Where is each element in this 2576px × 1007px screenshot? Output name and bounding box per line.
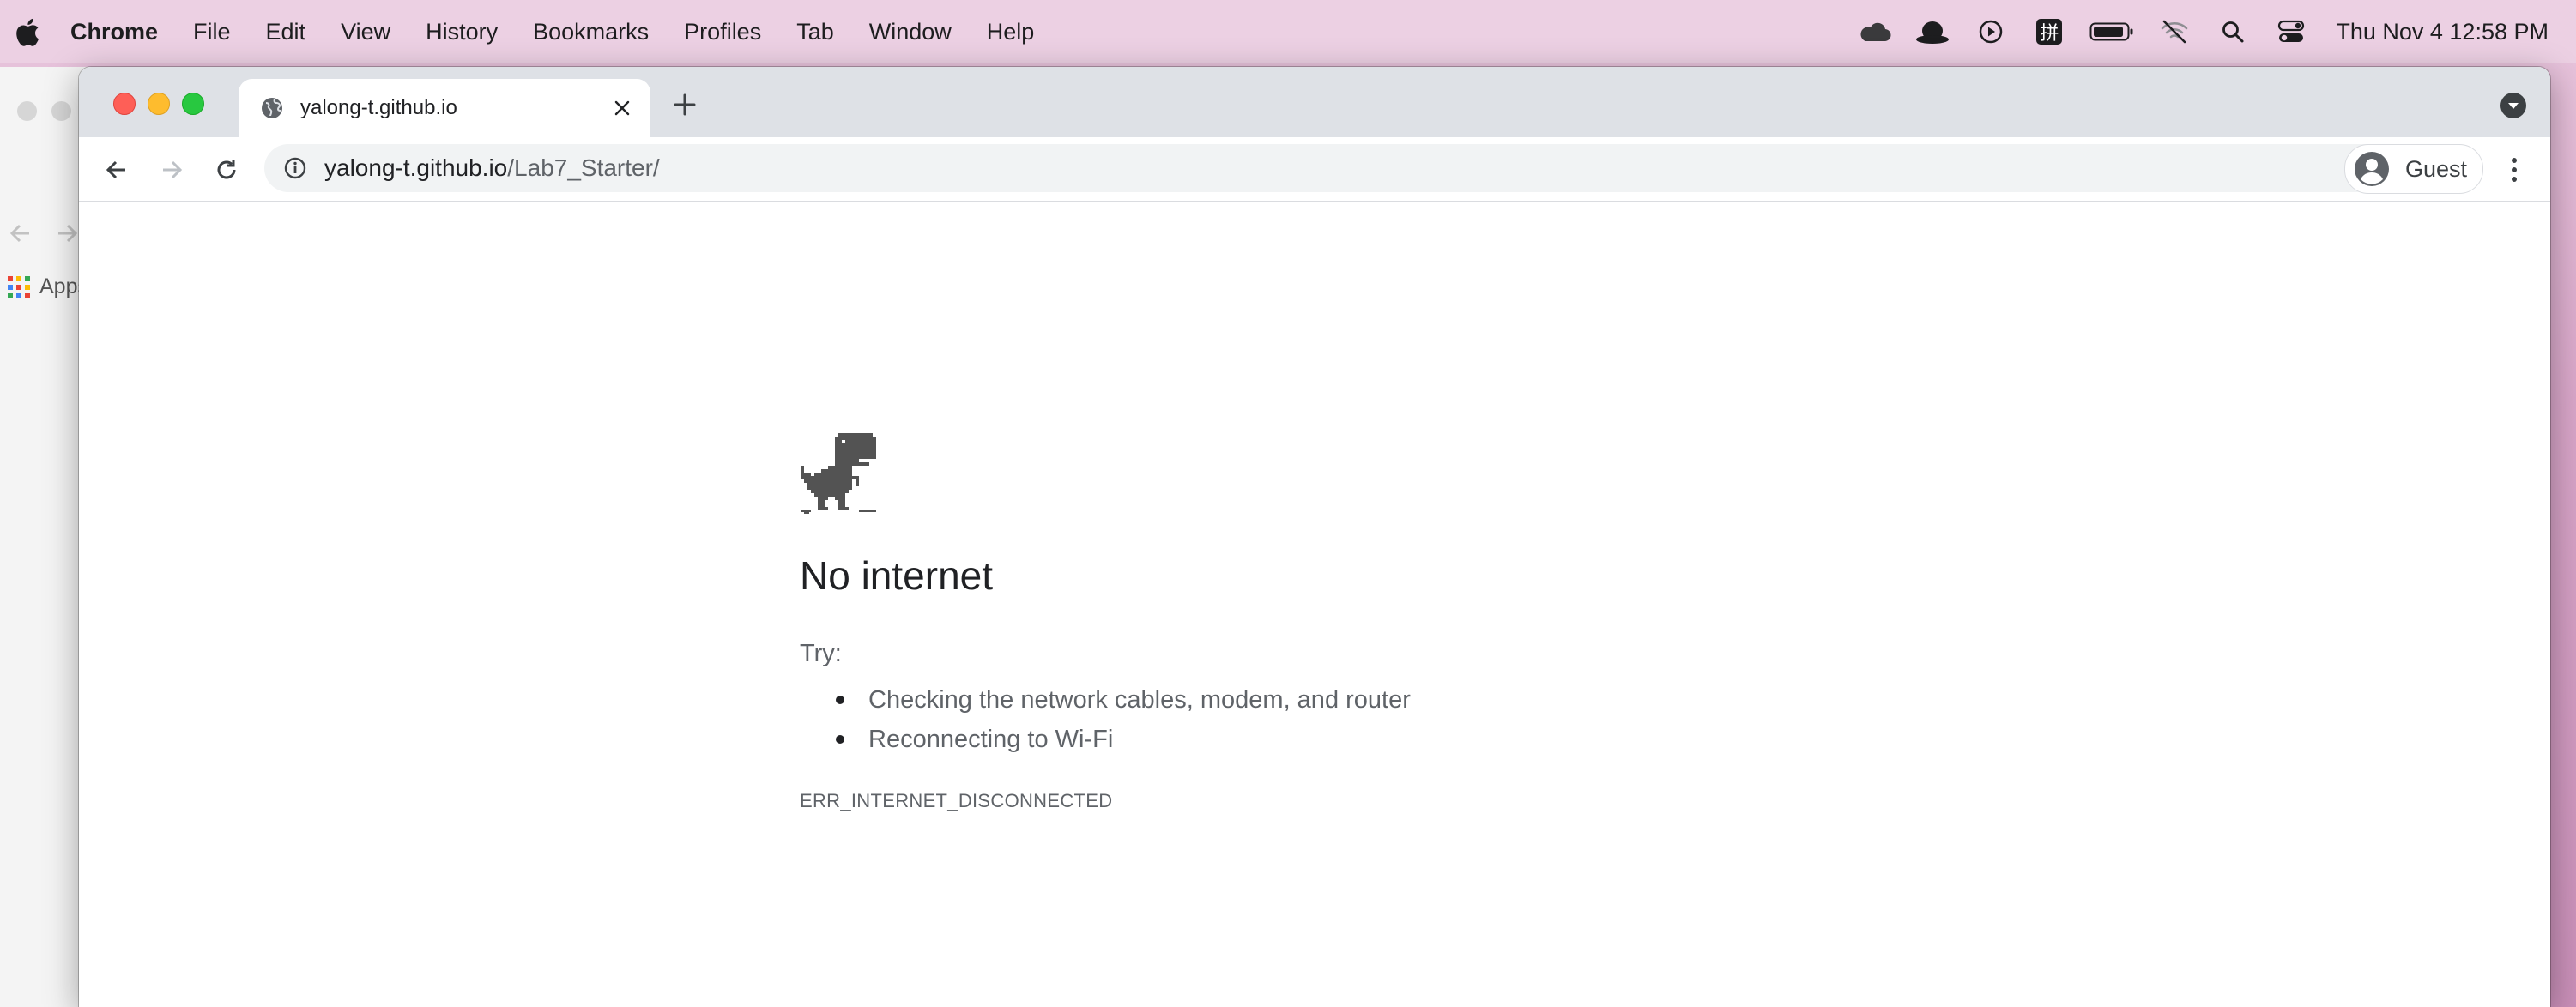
reload-icon[interactable] bbox=[209, 153, 244, 187]
menu-view[interactable]: View bbox=[341, 19, 390, 45]
bg-forward-arrow-icon[interactable] bbox=[53, 220, 81, 254]
address-bar[interactable]: yalong-t.github.io/Lab7_Starter/ bbox=[264, 144, 2404, 192]
menu-file[interactable]: File bbox=[193, 19, 231, 45]
macos-menu-bar: Chrome File Edit View History Bookmarks … bbox=[0, 0, 2576, 63]
profile-button[interactable]: Guest bbox=[2344, 144, 2483, 194]
menu-help[interactable]: Help bbox=[987, 19, 1035, 45]
control-center-icon[interactable] bbox=[2272, 13, 2310, 51]
forward-arrow-icon[interactable] bbox=[154, 153, 189, 187]
tab-active[interactable]: yalong-t.github.io bbox=[239, 79, 650, 137]
input-method-glyph: 拼 bbox=[2036, 19, 2063, 45]
menu-profiles[interactable]: Profiles bbox=[684, 19, 761, 45]
tab-title: yalong-t.github.io bbox=[300, 96, 457, 119]
tab-strip: yalong-t.github.io bbox=[79, 67, 2550, 137]
bg-back-arrow-icon[interactable] bbox=[7, 220, 34, 254]
menu-window[interactable]: Window bbox=[869, 19, 952, 45]
suggestion-text: Reconnecting to Wi-Fi bbox=[868, 726, 1114, 753]
tab-close-icon[interactable] bbox=[609, 95, 635, 121]
menu-bar-clock[interactable]: Thu Nov 4 12:58 PM bbox=[2336, 19, 2549, 45]
battery-icon[interactable] bbox=[2089, 13, 2135, 51]
bg-bookmark-apps[interactable]: Apps bbox=[7, 274, 88, 299]
menu-edit[interactable]: Edit bbox=[266, 19, 306, 45]
menu-bar-tray: 拼 Thu Nov 4 12:58 PM bbox=[1835, 0, 2549, 63]
error-code: ERR_INTERNET_DISCONNECTED bbox=[800, 790, 1113, 811]
bullet-icon bbox=[836, 696, 844, 704]
error-heading: No internet bbox=[800, 553, 994, 598]
url-path: /Lab7_Starter/ bbox=[507, 154, 660, 181]
menu-tab[interactable]: Tab bbox=[796, 19, 834, 45]
window-zoom-button[interactable] bbox=[182, 93, 204, 115]
new-tab-plus-icon[interactable] bbox=[669, 89, 700, 120]
suggestion-text: Checking the network cables, modem, and … bbox=[868, 686, 1411, 714]
globe-icon bbox=[259, 95, 285, 121]
url-host: yalong-t.github.io bbox=[324, 154, 508, 181]
window-minimize-button[interactable] bbox=[148, 93, 170, 115]
input-method-icon[interactable]: 拼 bbox=[2030, 13, 2068, 51]
creative-cloud-icon[interactable] bbox=[1855, 13, 1893, 51]
menu-history[interactable]: History bbox=[426, 19, 498, 45]
apple-menu-icon[interactable] bbox=[15, 17, 41, 46]
more-menu-icon[interactable] bbox=[2497, 153, 2531, 187]
tab-search-chevron-icon[interactable] bbox=[2500, 93, 2526, 118]
offline-error-panel: No internet Try: Checking the network ca… bbox=[800, 433, 1658, 812]
bg-window-close-button[interactable] bbox=[17, 101, 37, 121]
site-info-icon[interactable] bbox=[283, 156, 307, 180]
guest-avatar-icon bbox=[2354, 151, 2390, 187]
try-label: Try: bbox=[800, 640, 842, 667]
menu-bookmarks[interactable]: Bookmarks bbox=[533, 19, 649, 45]
wifi-off-icon[interactable] bbox=[2156, 13, 2193, 51]
suggestions-list: Checking the network cables, modem, and … bbox=[800, 680, 1658, 759]
suggestion-item: Reconnecting to Wi-Fi bbox=[836, 720, 1658, 759]
menu-app-name[interactable]: Chrome bbox=[70, 19, 158, 45]
profile-name: Guest bbox=[2405, 155, 2468, 182]
bullet-icon bbox=[836, 735, 844, 744]
browser-window: yalong-t.github.io yalong-t.github.io/La… bbox=[79, 67, 2550, 1007]
address-url: yalong-t.github.io/Lab7_Starter/ bbox=[324, 154, 660, 182]
suggestion-item: Checking the network cables, modem, and … bbox=[836, 680, 1658, 720]
back-arrow-icon[interactable] bbox=[100, 153, 134, 187]
bg-window-minimize-button[interactable] bbox=[51, 101, 71, 121]
window-close-button[interactable] bbox=[113, 93, 136, 115]
apps-grid-icon bbox=[8, 275, 30, 298]
page-content: No internet Try: Checking the network ca… bbox=[79, 202, 2550, 1007]
browser-toolbar: yalong-t.github.io/Lab7_Starter/ Guest bbox=[79, 137, 2550, 202]
play-icon[interactable] bbox=[1972, 13, 2010, 51]
spotlight-search-icon[interactable] bbox=[2214, 13, 2252, 51]
dino-icon[interactable] bbox=[800, 433, 877, 514]
alfred-hat-icon[interactable] bbox=[1914, 13, 1951, 51]
